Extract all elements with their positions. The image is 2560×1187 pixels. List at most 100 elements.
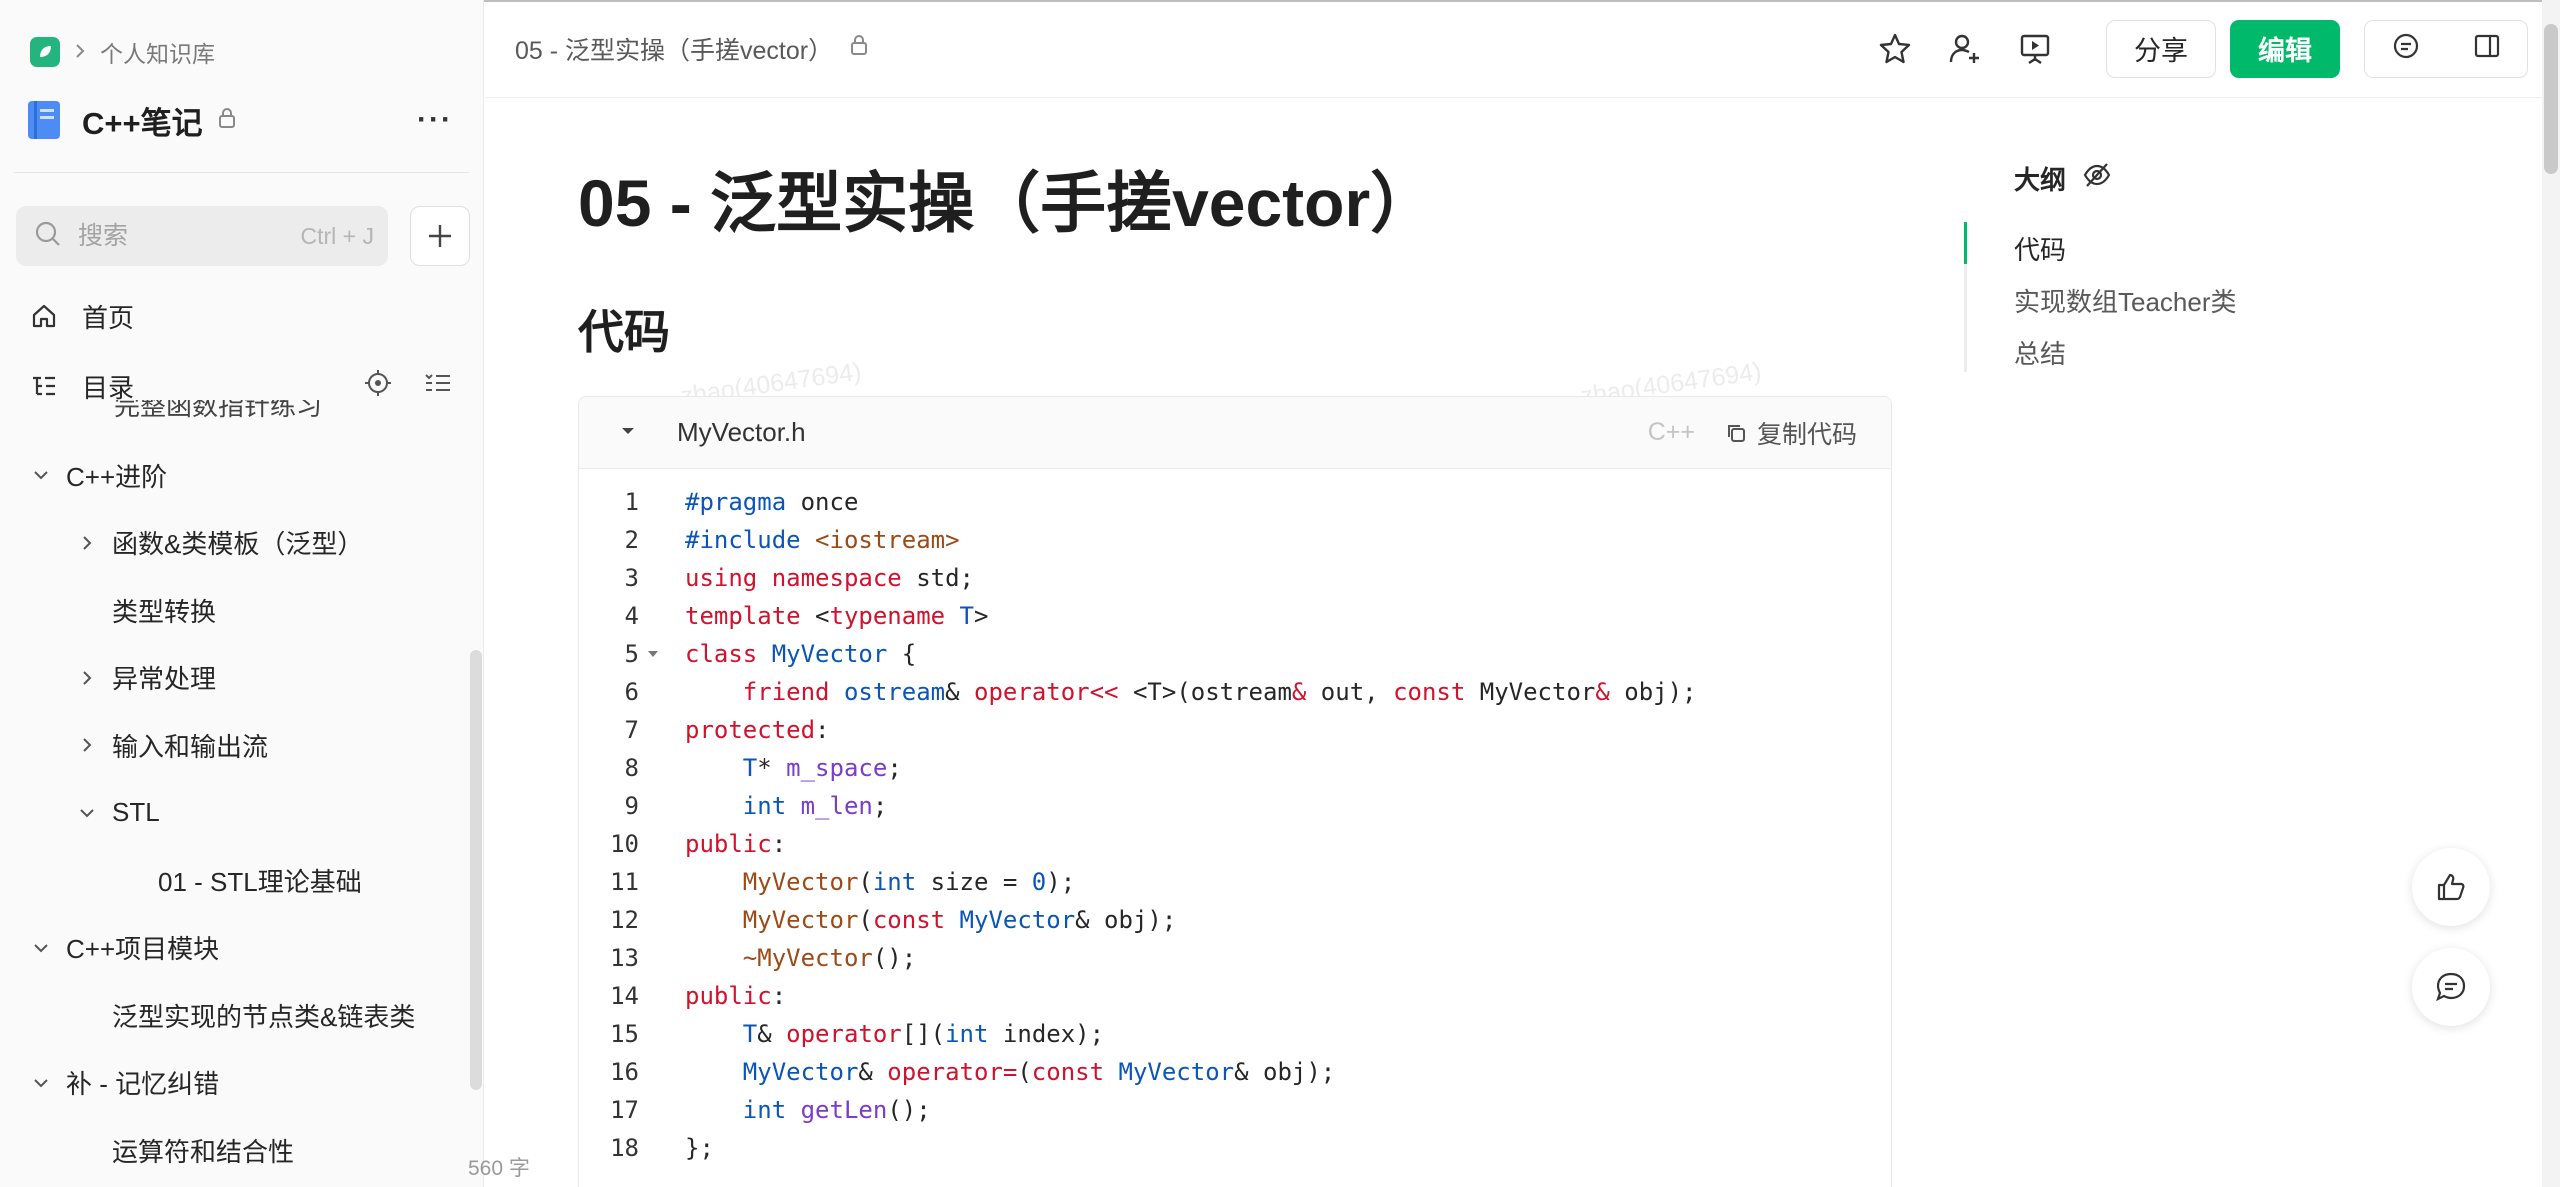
tree-item[interactable]: 01 - STL理论基础 bbox=[122, 855, 362, 905]
code-text: }; bbox=[685, 1134, 714, 1162]
nav-home[interactable]: 首页 bbox=[30, 292, 453, 340]
line-number: 9 bbox=[624, 792, 639, 820]
outline-item[interactable]: 代码 bbox=[2014, 230, 2066, 267]
tree-item-label: C++项目模块 bbox=[66, 934, 220, 964]
collapse-toggle-icon[interactable] bbox=[619, 424, 637, 442]
tree-item-label: STL bbox=[112, 797, 160, 827]
locate-icon[interactable] bbox=[363, 368, 393, 405]
code-body[interactable]: 1 #pragma once 2 #include <iostream> 3 using … bbox=[579, 469, 1891, 1167]
chevron-down-icon[interactable] bbox=[30, 937, 52, 959]
share-button[interactable]: 分享 bbox=[2106, 19, 2216, 78]
add-button[interactable] bbox=[410, 206, 470, 266]
tree-item[interactable]: STL bbox=[76, 788, 160, 838]
app-logo-icon bbox=[30, 37, 60, 67]
code-text: protected: bbox=[685, 716, 830, 744]
tree-item[interactable]: 泛型实现的节点类&链表类 bbox=[76, 990, 415, 1040]
code-line: 13 ~MyVector(); bbox=[579, 939, 1891, 977]
code-text: MyVector& operator=(const MyVector& obj)… bbox=[742, 1058, 1336, 1086]
book-title[interactable]: C++笔记 bbox=[82, 98, 203, 143]
tree-item[interactable]: C++项目模块 bbox=[30, 923, 219, 973]
code-line: 15 T& operator[](int index); bbox=[579, 1015, 1891, 1053]
star-icon[interactable] bbox=[1874, 28, 1916, 70]
code-line: 7 protected: bbox=[579, 711, 1891, 749]
sidebar-breadcrumb[interactable]: 个人知识库 bbox=[30, 36, 215, 68]
chevron-right-icon[interactable] bbox=[76, 532, 98, 554]
nav-home-label: 首页 bbox=[82, 302, 135, 333]
tree-item[interactable]: 运算符和结合性 bbox=[76, 1125, 294, 1175]
more-options-icon[interactable]: ··· bbox=[417, 103, 453, 137]
expand-list-icon[interactable] bbox=[423, 368, 453, 405]
chevron-right-icon[interactable] bbox=[76, 667, 98, 689]
tree-item[interactable]: 补 - 记忆纠错 bbox=[30, 1058, 219, 1108]
code-line: 2 #include <iostream> bbox=[579, 521, 1891, 559]
toc-icon bbox=[30, 372, 58, 400]
line-number: 11 bbox=[610, 868, 639, 896]
code-text: MyVector(const MyVector& obj); bbox=[742, 906, 1177, 934]
tree-item[interactable]: C++进阶 bbox=[30, 450, 167, 500]
doc-breadcrumb-title[interactable]: 05 - 泛型实操（手搓vector） bbox=[515, 31, 833, 67]
like-button[interactable] bbox=[2412, 848, 2490, 926]
code-text: #include <iostream> bbox=[685, 526, 960, 554]
line-number: 13 bbox=[610, 944, 639, 972]
code-text: int m_len; bbox=[742, 792, 888, 820]
search-icon bbox=[34, 220, 62, 253]
line-number: 14 bbox=[610, 982, 639, 1010]
line-number: 6 bbox=[624, 678, 639, 706]
line-number: 2 bbox=[624, 526, 639, 554]
add-collaborator-icon[interactable] bbox=[1944, 28, 1986, 70]
code-text: T* m_space; bbox=[742, 754, 902, 782]
code-line: 5 class MyVector { bbox=[579, 635, 1891, 673]
line-number: 3 bbox=[624, 564, 639, 592]
chevron-right-icon bbox=[74, 39, 86, 66]
copy-code-button[interactable]: 复制代码 bbox=[1725, 415, 1857, 451]
search-shortcut: Ctrl + J bbox=[300, 222, 374, 249]
comment-float-button[interactable] bbox=[2412, 948, 2490, 1026]
tree-item-label: 01 - STL理论基础 bbox=[158, 866, 362, 897]
chevron-right-icon[interactable] bbox=[76, 734, 98, 756]
chevron-down-icon[interactable] bbox=[30, 1072, 52, 1094]
outline-item[interactable]: 实现数组Teacher类 bbox=[2014, 282, 2237, 319]
comment-icon[interactable] bbox=[2391, 31, 2421, 66]
code-line: 17 int getLen(); bbox=[579, 1091, 1891, 1129]
tree-item-label: 运算符和结合性 bbox=[112, 1136, 295, 1167]
code-text: class MyVector { bbox=[685, 640, 917, 668]
tree-item-clipped[interactable]: 完整函数指针练习 bbox=[114, 400, 322, 423]
code-language[interactable]: C++ bbox=[1648, 418, 1695, 447]
tree-item[interactable]: 输入和输出流 bbox=[76, 720, 268, 770]
edit-button[interactable]: 编辑 bbox=[2230, 19, 2340, 78]
line-number: 5 bbox=[624, 640, 639, 668]
breadcrumb-space[interactable]: 个人知识库 bbox=[100, 35, 215, 69]
code-text: using namespace std; bbox=[685, 564, 974, 592]
line-number: 18 bbox=[610, 1134, 639, 1162]
code-text: public: bbox=[685, 830, 787, 858]
code-text: #pragma once bbox=[685, 488, 859, 516]
line-number: 7 bbox=[624, 716, 639, 744]
search-input[interactable] bbox=[78, 221, 278, 251]
code-line: 9 int m_len; bbox=[579, 787, 1891, 825]
chevron-down-icon[interactable] bbox=[30, 464, 52, 486]
chevron-down-icon[interactable] bbox=[76, 802, 98, 824]
main-scrollbar-thumb[interactable] bbox=[2544, 24, 2558, 174]
sidebar: 个人知识库 C++笔记 ··· Ctrl + J 首页 目录 bbox=[0, 0, 484, 1187]
code-line: 4 template <typename T> bbox=[579, 597, 1891, 635]
sidebar-scrollbar[interactable] bbox=[470, 650, 482, 1090]
tree-item-label: 泛型实现的节点类&链表类 bbox=[112, 1001, 416, 1032]
present-icon[interactable] bbox=[2014, 28, 2056, 70]
tree-item[interactable]: 函数&类模板（泛型） bbox=[76, 518, 363, 568]
code-line: 16 MyVector& operator=(const MyVector& o… bbox=[579, 1053, 1891, 1091]
tree-item[interactable]: 类型转换 bbox=[76, 585, 216, 635]
outline-active-indicator bbox=[1964, 222, 1967, 264]
tree-item[interactable]: 异常处理 bbox=[76, 653, 216, 703]
copy-icon bbox=[1727, 424, 1745, 442]
main-scrollbar[interactable] bbox=[2542, 0, 2560, 1187]
tree-item-label: 补 - 记忆纠错 bbox=[66, 1069, 220, 1099]
line-number: 4 bbox=[624, 602, 639, 630]
eye-hidden-icon[interactable] bbox=[2082, 160, 2112, 197]
search-box[interactable]: Ctrl + J bbox=[16, 206, 388, 266]
sidebar-panel-icon[interactable] bbox=[2472, 31, 2502, 66]
fold-toggle-icon[interactable] bbox=[639, 649, 667, 659]
outline-item[interactable]: 总结 bbox=[2014, 334, 2066, 371]
